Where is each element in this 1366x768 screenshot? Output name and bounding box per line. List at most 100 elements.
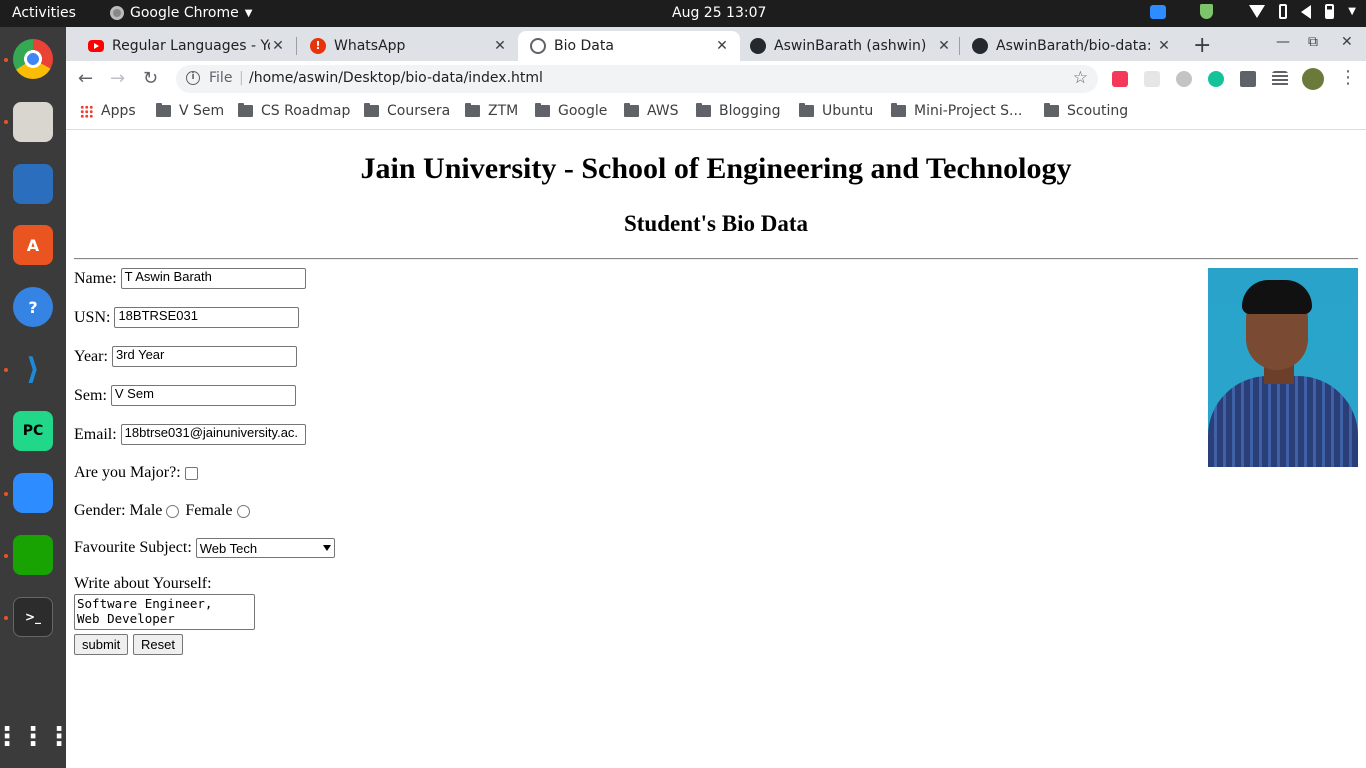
bookmark-folder-v-sem[interactable]: V Sem bbox=[156, 103, 224, 119]
tab-title: Bio Data bbox=[554, 38, 614, 54]
new-tab-button[interactable]: + bbox=[1193, 33, 1211, 58]
bookmark-label: Google bbox=[558, 103, 608, 119]
major-label: Are you Major?: bbox=[74, 464, 181, 481]
reload-icon[interactable]: ↻ bbox=[143, 68, 158, 89]
subject-select[interactable]: Web Tech bbox=[195, 538, 335, 558]
grammarly-icon[interactable] bbox=[1208, 71, 1224, 87]
bookmark-folder-scouting[interactable]: Scouting bbox=[1044, 103, 1128, 119]
bookmark-folder-google[interactable]: Google bbox=[535, 103, 607, 119]
bookmark-label: V Sem bbox=[179, 103, 225, 119]
gender-male-radio[interactable] bbox=[166, 504, 180, 518]
wifi-icon bbox=[1249, 5, 1266, 18]
bookmark-folder-ztm[interactable]: ZTM bbox=[465, 103, 518, 119]
gender-label: Gender: bbox=[74, 502, 126, 519]
page-subtitle: Student's Bio Data bbox=[623, 211, 809, 236]
year-input[interactable]: 3rd Year bbox=[111, 346, 297, 367]
terminal-dock-icon[interactable]: >_ bbox=[13, 597, 53, 637]
url-text[interactable]: /home/aswin/Desktop/bio-data/index.html bbox=[249, 70, 543, 86]
bookmark-label: CS Roadmap bbox=[261, 103, 351, 119]
profile-avatar[interactable] bbox=[1302, 68, 1324, 90]
gender-male-label: Male bbox=[129, 502, 163, 519]
bluetooth-icon bbox=[1279, 4, 1288, 19]
vscode-dock-icon[interactable]: ⟩ bbox=[13, 349, 53, 389]
zoom-dock-icon[interactable] bbox=[13, 473, 53, 513]
help-dock-icon[interactable]: ? bbox=[13, 287, 53, 327]
extensions-puzzle-icon[interactable] bbox=[1240, 71, 1256, 87]
forward-arrow-icon[interactable]: → bbox=[110, 68, 125, 89]
extension-todoist-icon[interactable] bbox=[1112, 71, 1128, 87]
activities-button[interactable]: Activities bbox=[12, 5, 76, 21]
bookmark-folder-mini-project[interactable]: Mini-Project S... bbox=[891, 103, 1022, 119]
close-tab-icon[interactable]: ✕ bbox=[1156, 38, 1172, 54]
reset-button[interactable]: Reset bbox=[133, 634, 183, 655]
extension-circle-icon[interactable] bbox=[1176, 71, 1192, 87]
submit-button[interactable]: submit bbox=[74, 634, 129, 655]
major-checkbox[interactable] bbox=[184, 466, 198, 480]
bookmark-folder-aws[interactable]: AWS bbox=[624, 103, 679, 119]
gender-row: Gender: Male Female bbox=[74, 502, 256, 520]
bookmark-folder-cs-roadmap[interactable]: CS Roadmap bbox=[238, 103, 350, 119]
zoom-tray-icon[interactable] bbox=[1150, 4, 1167, 19]
running-indicator bbox=[4, 554, 8, 558]
sem-input[interactable]: V Sem bbox=[110, 385, 296, 406]
writer-dock-icon[interactable] bbox=[13, 164, 53, 204]
tab-regular-languages[interactable]: Regular Languages - Yo ✕ bbox=[66, 31, 296, 61]
shield-tray-icon[interactable] bbox=[1200, 4, 1214, 19]
minimize-icon[interactable]: — bbox=[1276, 34, 1290, 50]
bookmark-apps[interactable]: Apps bbox=[80, 103, 136, 119]
menu-kebab-icon[interactable]: ⋮ bbox=[1339, 67, 1357, 88]
battery-icon bbox=[1325, 4, 1335, 19]
year-row: Year: 3rd Year bbox=[74, 346, 297, 367]
bookmark-label: Blogging bbox=[719, 103, 781, 119]
show-apps-grid-icon[interactable]: ⋮⋮⋮ bbox=[0, 717, 72, 757]
bookmark-label: Apps bbox=[101, 103, 136, 119]
photo-shirt bbox=[1208, 376, 1358, 467]
page-title: Jain University - School of Engineering … bbox=[360, 152, 1072, 185]
files-dock-icon[interactable] bbox=[13, 102, 53, 142]
tab-title: AswinBarath/bio-data: bbox=[996, 38, 1152, 54]
year-label: Year: bbox=[74, 347, 108, 365]
back-arrow-icon[interactable]: ← bbox=[78, 68, 93, 89]
software-center-dock-icon[interactable]: A bbox=[13, 225, 53, 265]
bookmarks-bar: Apps V Sem CS Roadmap Coursera ZTM Googl… bbox=[66, 97, 1366, 130]
clock[interactable]: Aug 25 13:07 bbox=[672, 5, 766, 21]
close-tab-icon[interactable]: ✕ bbox=[270, 38, 286, 54]
folder-icon bbox=[891, 103, 906, 117]
pycharm-dock-icon[interactable]: PC bbox=[13, 411, 53, 451]
gender-female-radio[interactable] bbox=[236, 504, 250, 518]
info-icon[interactable]: i bbox=[186, 71, 200, 85]
photo-hair bbox=[1242, 280, 1312, 314]
calc-dock-icon[interactable] bbox=[13, 535, 53, 575]
tab-whatsapp[interactable]: ! WhatsApp ✕ bbox=[288, 31, 518, 61]
globe-icon bbox=[530, 38, 546, 54]
bookmark-folder-ubuntu[interactable]: Ubuntu bbox=[799, 103, 873, 119]
bookmark-label: Mini-Project S... bbox=[914, 103, 1023, 119]
extension-grid-icon[interactable] bbox=[1144, 71, 1160, 87]
close-tab-icon[interactable]: ✕ bbox=[714, 38, 730, 54]
bookmark-folder-coursera[interactable]: Coursera bbox=[364, 103, 450, 119]
folder-icon bbox=[1044, 103, 1059, 117]
gender-female-label: Female bbox=[185, 502, 233, 519]
email-row: Email: 18btrse031@jainuniversity.ac. bbox=[74, 424, 306, 445]
url-scheme: File bbox=[209, 70, 233, 86]
about-textarea[interactable]: Software Engineer, Web Developer bbox=[74, 594, 255, 630]
bookmark-star-icon[interactable]: ☆ bbox=[1073, 68, 1088, 88]
tab-github-repo[interactable]: AswinBarath/bio-data: ✕ bbox=[962, 31, 1182, 61]
app-menu[interactable]: Google Chrome ▼ bbox=[110, 5, 252, 21]
tab-bio-data[interactable]: Bio Data ✕ bbox=[518, 31, 740, 61]
bookmark-folder-blogging[interactable]: Blogging bbox=[696, 103, 780, 119]
email-input[interactable]: 18btrse031@jainuniversity.ac. bbox=[120, 424, 306, 445]
media-queue-icon[interactable] bbox=[1272, 71, 1288, 87]
system-tray[interactable]: ▼ bbox=[1150, 4, 1356, 19]
address-bar[interactable]: i File | /home/aswin/Desktop/bio-data/in… bbox=[176, 65, 1098, 93]
bookmark-label: ZTM bbox=[488, 103, 519, 119]
restore-icon[interactable]: ⧉ bbox=[1308, 34, 1318, 50]
student-photo bbox=[1208, 268, 1358, 467]
tab-github-profile[interactable]: AswinBarath (ashwin) ✕ bbox=[740, 31, 962, 61]
usn-input[interactable]: 18BTRSE031 bbox=[114, 307, 300, 328]
close-window-icon[interactable]: ✕ bbox=[1341, 34, 1353, 50]
close-tab-icon[interactable]: ✕ bbox=[492, 38, 508, 54]
close-tab-icon[interactable]: ✕ bbox=[936, 38, 952, 54]
name-input[interactable]: T Aswin Barath bbox=[120, 268, 306, 289]
chrome-dock-icon[interactable] bbox=[13, 39, 53, 79]
